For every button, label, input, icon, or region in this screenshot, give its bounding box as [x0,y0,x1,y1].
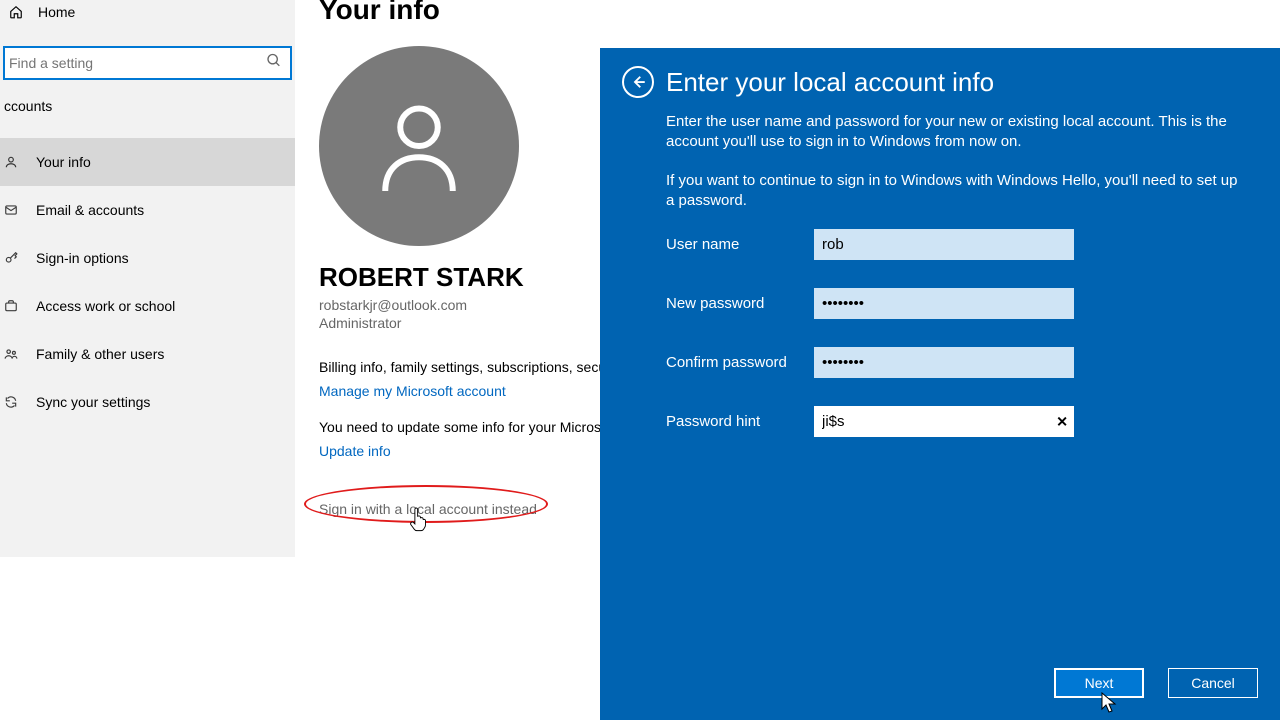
nav-item-label: Sync your settings [36,394,150,410]
local-account-link[interactable]: Sign in with a local account instead [319,501,537,517]
nav-signin-options[interactable]: Sign-in options [0,234,295,282]
local-account-dialog: Enter your local account info Enter the … [600,48,1280,720]
briefcase-icon [4,299,18,313]
confirm-password-input[interactable] [814,347,1074,378]
confirm-password-label: Confirm password [666,354,814,371]
home-icon [8,5,24,19]
sync-icon [4,395,18,409]
search-input[interactable] [3,46,292,80]
new-password-label: New password [666,295,814,312]
clear-hint-icon[interactable]: ✕ [1056,413,1068,430]
next-button[interactable]: Next [1054,668,1144,698]
nav-item-label: Family & other users [36,346,164,362]
nav-sync-settings[interactable]: Sync your settings [0,378,295,426]
nav-email-accounts[interactable]: Email & accounts [0,186,295,234]
back-button[interactable] [622,66,654,98]
people-icon [4,347,18,361]
search-field[interactable] [5,48,260,78]
person-icon [4,155,18,169]
nav-item-label: Sign-in options [36,250,129,266]
mail-icon [4,203,18,217]
nav-access-work[interactable]: Access work or school [0,282,295,330]
username-input[interactable] [814,229,1074,260]
username-label: User name [666,236,814,253]
nav-item-label: Email & accounts [36,202,144,218]
dialog-paragraph-2: If you want to continue to sign in to Wi… [666,171,1238,212]
nav-item-label: Your info [36,154,91,170]
home-label: Home [38,4,75,20]
home-button[interactable]: Home [0,0,295,24]
section-label: ccounts [0,98,295,114]
page-title: Your info [319,0,760,26]
dialog-paragraph-1: Enter the user name and password for you… [666,112,1238,153]
hint-input[interactable] [814,406,1074,437]
search-icon [266,53,282,74]
nav-item-label: Access work or school [36,298,175,314]
new-password-input[interactable] [814,288,1074,319]
avatar [319,46,519,246]
nav-your-info[interactable]: Your info [0,138,295,186]
hint-label: Password hint [666,413,814,430]
nav-family-users[interactable]: Family & other users [0,330,295,378]
dialog-title: Enter your local account info [666,67,994,98]
sidebar: Home ccounts Your info Email & accounts … [0,0,295,557]
cancel-button[interactable]: Cancel [1168,668,1258,698]
key-icon [4,251,18,265]
